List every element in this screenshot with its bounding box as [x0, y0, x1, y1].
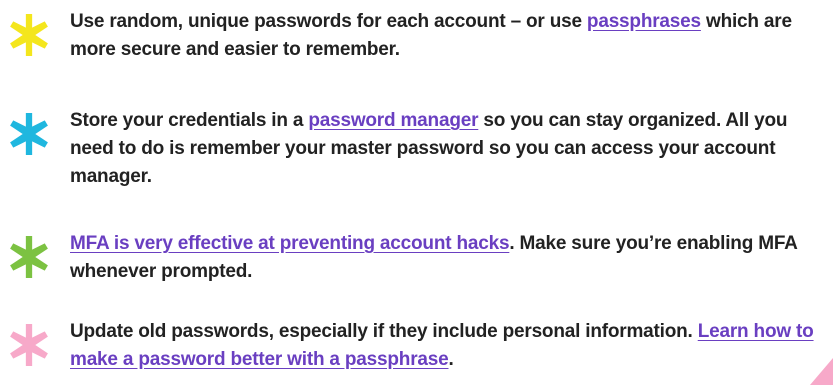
- tip-link[interactable]: password manager: [308, 110, 478, 131]
- asterisk-star-icon: [10, 236, 48, 278]
- tip-text-segment: Store your credentials in a: [70, 110, 309, 131]
- tip-text-segment: Use random, unique passwords for each ac…: [70, 11, 587, 32]
- tip-text-segment: Update old passwords, especially if they…: [70, 321, 698, 342]
- tip-link[interactable]: MFA is very effective at preventing acco…: [70, 233, 510, 254]
- star-shape: [10, 236, 48, 278]
- decoration-shape: [810, 358, 833, 385]
- tip-link[interactable]: passphrases: [587, 11, 701, 32]
- asterisk-star-icon: [10, 324, 48, 366]
- star-shape: [10, 14, 48, 56]
- pink-triangle-shape: [810, 358, 833, 385]
- star-shape: [10, 324, 48, 366]
- asterisk-star-icon: [10, 113, 48, 155]
- tip-text: MFA is very effective at preventing acco…: [70, 230, 821, 286]
- tip-text: Use random, unique passwords for each ac…: [70, 8, 821, 64]
- tip-text-segment: .: [448, 349, 454, 370]
- tip-text: Store your credentials in a password man…: [70, 107, 821, 191]
- star-shape: [10, 113, 48, 155]
- asterisk-star-icon: [10, 14, 48, 56]
- tip-text: Update old passwords, especially if they…: [70, 318, 821, 374]
